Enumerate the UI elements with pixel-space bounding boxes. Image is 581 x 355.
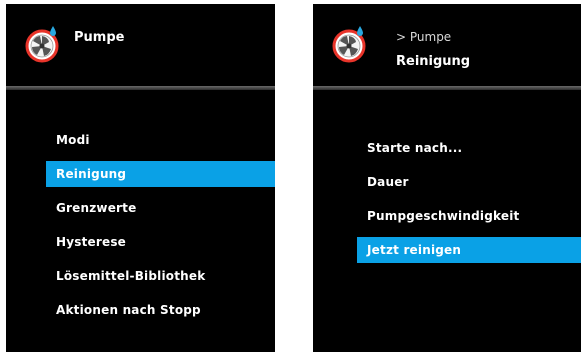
menu-item-aktionen-nach-stopp[interactable]: Aktionen nach Stopp [6, 297, 275, 323]
screen-header: Pumpe [6, 4, 275, 92]
menu-list: Modi Reinigung Grenzwerte Hysterese Löse… [6, 127, 275, 331]
screen-title: Reinigung [396, 54, 471, 69]
pump-icon [22, 24, 62, 64]
menu-item-grenzwerte[interactable]: Grenzwerte [6, 195, 275, 221]
screen-pump-menu: Pumpe Modi Reinigung Grenzwerte Hysteres… [6, 4, 275, 352]
menu-item-loesemittel-bibliothek[interactable]: Lösemittel-Bibliothek [6, 263, 275, 289]
menu-item-dauer[interactable]: Dauer [313, 169, 581, 195]
screen-header: > Pumpe Reinigung [313, 4, 581, 92]
menu-item-starte-nach[interactable]: Starte nach... [313, 135, 581, 161]
header-divider [6, 86, 275, 90]
menu-item-reinigung[interactable]: Reinigung [46, 161, 275, 187]
menu-item-hysterese[interactable]: Hysterese [6, 229, 275, 255]
menu-list: Starte nach... Dauer Pumpgeschwindigkeit… [313, 135, 581, 271]
screen-reinigung-menu: > Pumpe Reinigung Starte nach... Dauer P… [313, 4, 581, 352]
breadcrumb: > Pumpe [396, 30, 452, 44]
header-divider [313, 86, 581, 90]
menu-item-pumpgeschwindigkeit[interactable]: Pumpgeschwindigkeit [313, 203, 581, 229]
menu-item-modi[interactable]: Modi [6, 127, 275, 153]
screen-title: Pumpe [74, 30, 125, 45]
pump-icon [329, 24, 369, 64]
menu-item-jetzt-reinigen[interactable]: Jetzt reinigen [357, 237, 581, 263]
